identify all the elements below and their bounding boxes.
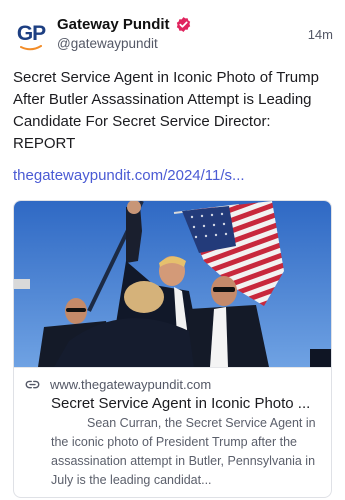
card-description-text: Sean Curran, the Secret Service Agent in… — [51, 416, 316, 487]
post-link[interactable]: thegatewaypundit.com/2024/11/s... — [13, 166, 245, 186]
author-name-row: Gateway Pundit — [57, 13, 333, 35]
card-description: Sean Curran, the Secret Service Agent in… — [51, 414, 323, 490]
avatar-swoosh-icon — [20, 45, 42, 51]
link-preview-card[interactable]: www.thegatewaypundit.com Secret Service … — [13, 200, 332, 498]
author-header: Gateway Pundit @gatewaypundit 14m — [57, 13, 333, 57]
avatar[interactable]: GP — [12, 18, 50, 56]
link-icon — [25, 380, 40, 389]
verified-badge-icon — [176, 16, 190, 32]
social-post: GP Gateway Pundit @gatewaypundit 14m Sec… — [0, 0, 345, 500]
card-body: www.thegatewaypundit.com Secret Service … — [14, 367, 331, 497]
author-name[interactable]: Gateway Pundit — [57, 16, 170, 33]
author-handle[interactable]: @gatewaypundit — [57, 36, 333, 51]
card-title[interactable]: Secret Service Agent in Iconic Photo ... — [51, 394, 326, 414]
card-domain-row: www.thegatewaypundit.com — [25, 377, 211, 392]
card-thumbnail-image[interactable] — [14, 201, 332, 367]
post-text: Secret Service Agent in Iconic Photo of … — [13, 69, 319, 152]
card-domain: www.thegatewaypundit.com — [50, 377, 212, 392]
post-timestamp[interactable]: 14m — [308, 27, 333, 42]
avatar-logo-text: GP — [16, 22, 46, 45]
